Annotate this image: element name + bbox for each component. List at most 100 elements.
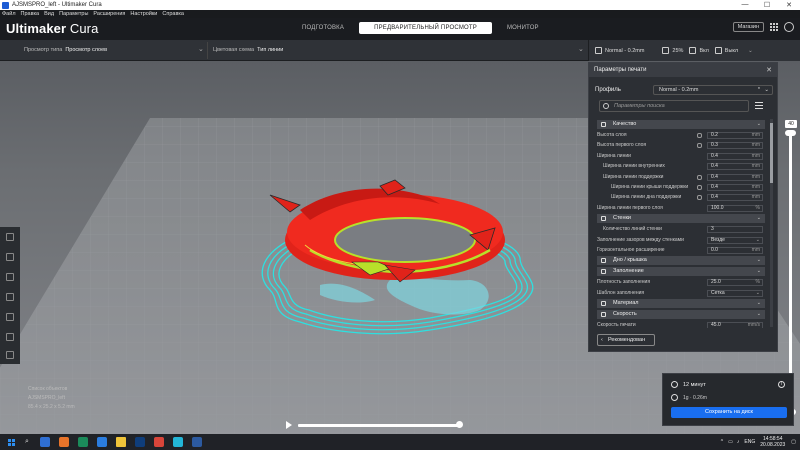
- menu-preferences[interactable]: Настройки: [130, 11, 157, 17]
- setting-label: Ширина линии внутренних: [603, 163, 665, 170]
- profile-select[interactable]: Normal - 0.2mm * ⌄: [653, 85, 773, 95]
- setting-row: Скорость печати 45.0 mm/s: [597, 321, 765, 328]
- taskbar-app-icon[interactable]: [96, 437, 107, 447]
- minimize-button[interactable]: —: [734, 1, 756, 9]
- scale-tool-icon[interactable]: [6, 253, 14, 261]
- marketplace-button[interactable]: Магазин: [732, 22, 764, 32]
- left-toolbar: [0, 227, 20, 364]
- mirror-tool-icon[interactable]: [6, 293, 14, 301]
- menu-edit[interactable]: Правка: [21, 11, 40, 17]
- setting-row: Количество линий стенки 3: [597, 225, 765, 234]
- taskbar-app-icon[interactable]: [77, 437, 88, 447]
- recommended-mode-button[interactable]: ‹ Рекомендован: [597, 334, 655, 346]
- adhesion-summary: Выкл: [724, 47, 739, 54]
- setting-value-input[interactable]: 0.4 mm: [707, 152, 763, 160]
- notifications-icon[interactable]: ▢: [791, 439, 796, 445]
- tab-preview[interactable]: ПРЕДВАРИТЕЛЬНЫЙ ПРОСМОТР: [359, 22, 492, 34]
- taskbar-app-icon[interactable]: [115, 437, 126, 447]
- setting-value-input[interactable]: 0.4 mm: [707, 184, 763, 191]
- material-spool-icon: [671, 394, 678, 401]
- windows-start-icon[interactable]: [8, 438, 15, 446]
- setting-value-input[interactable]: 0.4 mm: [707, 163, 763, 171]
- support-blocker-icon[interactable]: [6, 333, 14, 341]
- taskbar-app-icon[interactable]: [58, 437, 69, 447]
- menu-view[interactable]: Вид: [44, 11, 54, 17]
- setting-value-input[interactable]: 0.0 mm: [707, 247, 763, 254]
- settings-category[interactable]: Материал ⌄: [597, 299, 765, 309]
- rotate-tool-icon[interactable]: [6, 273, 14, 281]
- layer-slider-track[interactable]: [789, 133, 792, 411]
- profile-modified-mark: *: [757, 87, 760, 93]
- setting-value-input[interactable]: Везде ⌄: [707, 236, 763, 244]
- print-setup-bar[interactable]: Normal - 0.2mm 25% Вкл Выкл ⌄: [588, 40, 800, 61]
- setting-value-input[interactable]: 0.4 mm: [707, 194, 763, 202]
- tray-chevron-icon[interactable]: ^: [721, 439, 723, 445]
- info-icon[interactable]: i: [778, 381, 785, 388]
- settings-scrollbar[interactable]: [770, 119, 773, 327]
- setting-label: Ширина линии: [597, 152, 631, 159]
- dropdown-chevron-icon: ⌄: [755, 289, 760, 296]
- setting-value-input[interactable]: 25.0%: [707, 279, 763, 287]
- close-window-button[interactable]: ✕: [778, 1, 800, 9]
- dropdown-chevron-icon: ⌄: [755, 236, 760, 243]
- volume-icon[interactable]: ♪: [737, 439, 740, 445]
- taskbar-app-icon[interactable]: [134, 437, 145, 447]
- view-type-selector[interactable]: Просмотр типа Просмотр слоев: [24, 45, 107, 56]
- setting-value-input[interactable]: 0.3 mm: [707, 142, 763, 150]
- view-type-chevron-icon[interactable]: ⌄: [198, 45, 204, 53]
- clock[interactable]: 14:58:54 20.08.2023: [760, 436, 785, 448]
- setting-value-input[interactable]: 45.0 mm/s: [707, 322, 763, 328]
- layer-number-label[interactable]: 40: [785, 120, 797, 128]
- save-to-disk-button[interactable]: Сохранить на диск: [671, 407, 787, 418]
- setting-value-input[interactable]: 0.4 mm: [707, 173, 763, 181]
- menu-settings[interactable]: Параметры: [59, 11, 88, 17]
- setting-row: Ширина линии первого слоя 100.0%: [597, 204, 765, 213]
- per-model-settings-icon[interactable]: [6, 313, 14, 321]
- layer-slider-top-handle[interactable]: [785, 130, 796, 136]
- layer-view-icon[interactable]: [6, 351, 14, 359]
- account-icon[interactable]: [784, 22, 794, 32]
- chevron-down-icon: ⌄: [756, 300, 761, 307]
- setting-value-input[interactable]: Сетка ⌄: [707, 289, 763, 297]
- taskbar-app-icon[interactable]: [172, 437, 183, 447]
- tab-monitor[interactable]: МОНИТОР: [492, 22, 554, 34]
- settings-category[interactable]: Дно / крышка ⌄: [597, 256, 765, 266]
- color-scheme-chevron-icon[interactable]: ⌄: [578, 45, 584, 53]
- settings-category[interactable]: Скорость ⌄: [597, 310, 765, 320]
- title-bar: AJSMSPRO_left - Ultimaker Cura — ☐ ✕: [0, 0, 800, 10]
- language-indicator[interactable]: ENG: [744, 439, 755, 445]
- print-setup-chevron-icon[interactable]: ⌄: [748, 48, 753, 54]
- network-icon[interactable]: ▭: [728, 439, 733, 445]
- color-scheme-selector[interactable]: Цветовая схема Тип линии: [213, 45, 283, 56]
- close-panel-icon[interactable]: ✕: [766, 66, 772, 74]
- taskbar-app-icon[interactable]: [39, 437, 50, 447]
- apps-grid-icon[interactable]: [770, 23, 778, 31]
- settings-visibility-menu-icon[interactable]: [755, 102, 763, 111]
- play-icon[interactable]: [286, 421, 292, 429]
- settings-category[interactable]: Стенки ⌄: [597, 214, 765, 224]
- category-icon: [601, 312, 606, 318]
- setting-value-input[interactable]: 0.2 mm: [707, 132, 763, 139]
- move-tool-icon[interactable]: [6, 233, 14, 241]
- taskbar-search-icon[interactable]: ⌕: [25, 438, 29, 446]
- settings-category[interactable]: Заполнение ⌄: [597, 267, 765, 277]
- print-time: 12 минут: [683, 381, 706, 388]
- setting-value-input[interactable]: 3: [707, 226, 763, 234]
- settings-category[interactable]: Качество ⌄: [597, 120, 765, 129]
- taskbar-app-icon[interactable]: [191, 437, 202, 447]
- maximize-button[interactable]: ☐: [756, 1, 778, 9]
- object-list-title[interactable]: Список объектов: [28, 385, 75, 394]
- menu-file[interactable]: Файл: [2, 11, 16, 17]
- setting-row: Ширина линии внутренних 0.4 mm: [597, 162, 765, 171]
- setting-value-input[interactable]: 100.0%: [707, 204, 763, 212]
- settings-search-input[interactable]: Параметры поиска: [599, 100, 749, 112]
- simulation-slider-handle[interactable]: [456, 421, 463, 428]
- simulation-slider-track[interactable]: [298, 424, 460, 427]
- taskbar-app-icon[interactable]: [153, 437, 164, 447]
- tab-prepare[interactable]: ПОДГОТОВКА: [287, 22, 359, 34]
- print-settings-panel: Параметры печати ✕ Профиль Normal - 0.2m…: [588, 62, 778, 352]
- settings-list[interactable]: Качество ⌄ Высота слоя 0.2 mm Высота первого …: [589, 118, 769, 328]
- menu-extensions[interactable]: Расширения: [93, 11, 125, 17]
- object-list[interactable]: Список объектов AJSMSPRO_left 85.4 x 25.…: [28, 385, 75, 412]
- menu-help[interactable]: Справка: [162, 11, 184, 17]
